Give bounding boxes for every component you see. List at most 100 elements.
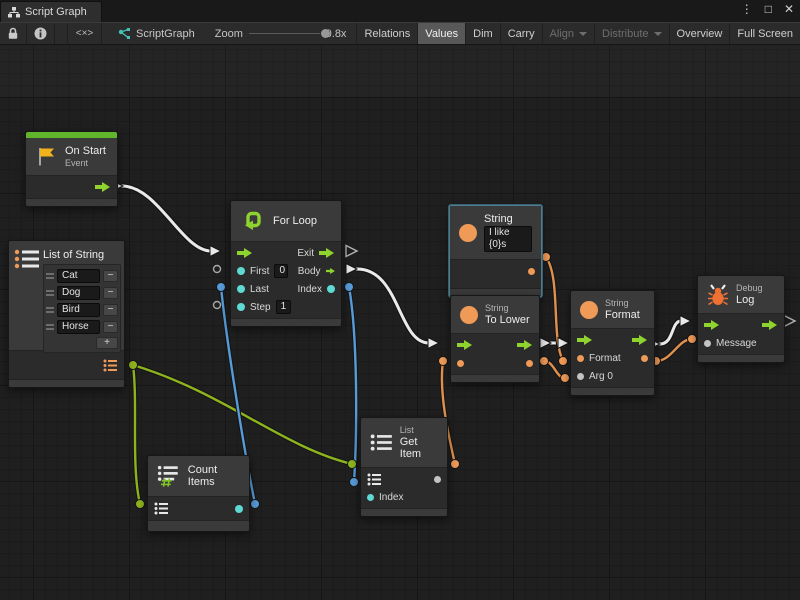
exec-arrowhead: [346, 264, 357, 275]
index-input-port[interactable]: [367, 494, 374, 501]
full-screen-button[interactable]: Full Screen: [729, 22, 800, 45]
node-get-item[interactable]: List Get Item Index: [360, 417, 448, 517]
wire-endpoint[interactable]: [439, 357, 448, 366]
message-input-port[interactable]: [704, 340, 711, 347]
node-footer: [148, 520, 249, 531]
wire-endpoint[interactable]: [451, 460, 460, 469]
exec-output-port[interactable]: [95, 182, 111, 192]
result-output-port[interactable]: [641, 355, 648, 362]
node-on-start[interactable]: On Start Event: [25, 131, 118, 207]
last-input-port[interactable]: [237, 285, 245, 293]
relations-button[interactable]: Relations: [356, 22, 417, 45]
list-output-port[interactable]: [103, 359, 118, 372]
close-icon[interactable]: ✕: [784, 2, 794, 16]
step-input-port[interactable]: [237, 303, 245, 311]
count-output-port[interactable]: [235, 505, 243, 513]
remove-item-button[interactable]: −: [103, 304, 118, 316]
node-to-lower[interactable]: String To Lower: [450, 295, 540, 383]
remove-item-button[interactable]: −: [103, 321, 118, 333]
arg0-input-port[interactable]: [577, 373, 584, 380]
align-button[interactable]: Align: [542, 22, 594, 45]
wire-endpoint[interactable]: [345, 283, 354, 292]
wire-endpoint[interactable]: [559, 357, 568, 366]
list-item-field[interactable]: Horse: [57, 320, 100, 334]
maximize-icon[interactable]: □: [765, 2, 772, 16]
distribute-button[interactable]: Distribute: [594, 22, 668, 45]
overview-button[interactable]: Overview: [669, 22, 730, 45]
code-view-button[interactable]: <×>: [67, 22, 102, 45]
dim-button[interactable]: Dim: [465, 22, 500, 45]
body-output-port[interactable]: [326, 266, 335, 276]
window-menu-icon[interactable]: ⋮: [741, 2, 753, 16]
exit-output-port[interactable]: [319, 248, 335, 258]
list-editor: Cat − Dog − Bird − Hors: [43, 264, 121, 353]
list-item-field[interactable]: Cat: [57, 269, 100, 283]
first-value-field[interactable]: 0: [274, 264, 287, 278]
zoom-slider[interactable]: [249, 29, 320, 39]
carry-button[interactable]: Carry: [500, 22, 542, 45]
drag-handle-icon[interactable]: [46, 324, 54, 330]
node-title: Count Items: [188, 464, 240, 488]
drag-handle-icon[interactable]: [46, 273, 54, 279]
remove-item-button[interactable]: −: [103, 270, 118, 282]
node-footer: [26, 198, 117, 206]
port-label-index: Index: [298, 284, 322, 295]
wire-endpoint[interactable]: [540, 357, 549, 366]
string-type-icon: [460, 306, 478, 324]
wire-endpoint[interactable]: [350, 478, 359, 487]
add-item-button[interactable]: +: [96, 337, 118, 349]
exec-input-port[interactable]: [237, 248, 253, 258]
wire-endpoint[interactable]: [561, 374, 570, 383]
wire-endpoint[interactable]: [688, 335, 697, 344]
list-of-string-icon: [14, 248, 40, 270]
drag-handle-icon[interactable]: [46, 290, 54, 296]
wire-endpoint[interactable]: [217, 283, 226, 292]
list-input-port[interactable]: [367, 473, 382, 486]
first-input-port[interactable]: [237, 267, 245, 275]
values-button[interactable]: Values: [417, 22, 465, 45]
drag-handle-icon[interactable]: [46, 307, 54, 313]
wire-endpoint[interactable]: [348, 460, 357, 469]
exec-output-port[interactable]: [517, 340, 533, 350]
node-for-loop[interactable]: For Loop Exit First 0 Body: [230, 200, 342, 327]
lock-icon: [7, 27, 19, 40]
exec-input-port[interactable]: [457, 340, 473, 350]
node-count-items[interactable]: Count Items: [147, 455, 250, 532]
remove-item-button[interactable]: −: [103, 287, 118, 299]
exec-output-port[interactable]: [762, 320, 778, 330]
node-title: For Loop: [273, 215, 317, 227]
exec-input-port[interactable]: [704, 320, 720, 330]
list-input-port[interactable]: [154, 502, 169, 515]
zoom-slider-knob[interactable]: [321, 29, 330, 38]
item-output-port[interactable]: [434, 476, 441, 483]
string-output-port[interactable]: [526, 360, 533, 367]
wire-endpoint[interactable]: [129, 361, 138, 370]
string-input-port[interactable]: [457, 360, 464, 367]
node-string-literal[interactable]: String I like {0}s: [449, 205, 542, 297]
string-output-port[interactable]: [528, 268, 535, 275]
wire-forloop-body-to-tolower-enter[interactable]: [357, 269, 429, 343]
list-item-row: Cat −: [46, 267, 118, 284]
node-debug-log[interactable]: Debug Log Message: [697, 275, 785, 363]
node-list-of-string[interactable]: List of String Cat − Dog − Bird: [8, 240, 125, 388]
list-item-field[interactable]: Bird: [57, 303, 100, 317]
wire-forloop-index-to-getitem-index[interactable]: [349, 287, 356, 482]
node-title: String: [484, 213, 532, 225]
graph-canvas[interactable]: On Start Event Lis: [0, 45, 800, 600]
step-value-field[interactable]: 1: [276, 300, 292, 314]
node-format[interactable]: String Format Format Arg: [570, 290, 655, 396]
exec-output-port[interactable]: [632, 335, 648, 345]
index-output-port[interactable]: [327, 285, 335, 293]
list-item-field[interactable]: Dog: [57, 286, 100, 300]
exec-input-port[interactable]: [577, 335, 593, 345]
format-input-port[interactable]: [577, 355, 584, 362]
string-value-field[interactable]: I like {0}s: [484, 226, 532, 252]
lock-button[interactable]: [0, 22, 27, 45]
info-button[interactable]: [27, 22, 55, 45]
tab-script-graph[interactable]: Script Graph: [0, 1, 102, 22]
wire-endpoint[interactable]: [136, 500, 145, 509]
code-view-label: <×>: [76, 28, 94, 39]
wire-endpoint[interactable]: [542, 253, 551, 262]
wire-endpoint[interactable]: [251, 500, 260, 509]
graph-selector[interactable]: ScriptGraph: [102, 28, 205, 40]
